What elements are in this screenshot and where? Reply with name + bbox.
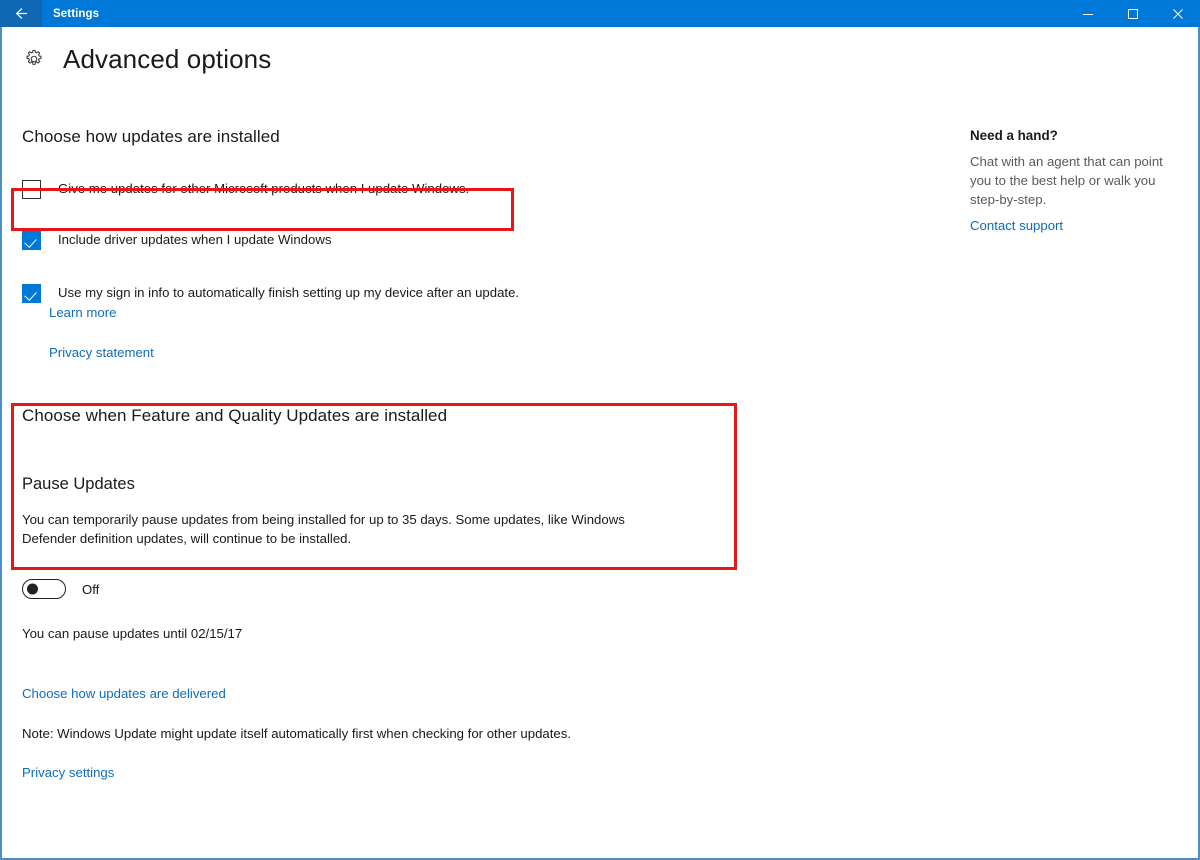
link-learn-more[interactable]: Learn more — [49, 305, 116, 320]
pause-updates-panel: Pause Updates You can temporarily pause … — [22, 475, 717, 643]
help-panel-title: Need a hand? — [970, 128, 1058, 143]
window-controls — [1065, 0, 1200, 27]
checkbox-row-microsoft-products[interactable]: Give me updates for other Microsoft prod… — [22, 179, 952, 199]
checkbox-sign-in-info[interactable] — [22, 284, 41, 303]
help-panel-text: Chat with an agent that can point you to… — [970, 154, 1163, 207]
maximize-button[interactable] — [1110, 0, 1155, 27]
main-content: Choose how updates are installed Give me… — [22, 127, 952, 782]
titlebar-drag-region — [99, 0, 1065, 27]
close-button[interactable] — [1155, 0, 1200, 27]
toggle-knob — [27, 583, 38, 595]
checkbox-row-driver-updates[interactable]: Include driver updates when I update Win… — [22, 230, 952, 250]
back-button[interactable] — [0, 0, 42, 27]
section-heading-schedule: Choose when Feature and Quality Updates … — [22, 406, 448, 425]
page-body: Advanced options Choose how updates are … — [2, 27, 1198, 858]
link-contact-support[interactable]: Contact support — [970, 218, 1063, 233]
pause-updates-description: You can temporarily pause updates from b… — [22, 512, 625, 546]
page-title: Advanced options — [63, 44, 272, 74]
link-choose-delivery[interactable]: Choose how updates are delivered — [22, 686, 226, 701]
pause-updates-toggle[interactable] — [22, 579, 66, 599]
pause-updates-toggle-state: Off — [82, 581, 100, 597]
gear-icon — [22, 47, 46, 71]
link-privacy-statement[interactable]: Privacy statement — [49, 345, 154, 360]
checkbox-label-driver-updates: Include driver updates when I update Win… — [58, 232, 332, 247]
checkbox-label-microsoft-products: Give me updates for other Microsoft prod… — [58, 181, 470, 196]
checkbox-label-sign-in-info: Use my sign in info to automatically fin… — [58, 285, 520, 300]
title-bar: Settings — [0, 0, 1200, 27]
page-header: Advanced options — [2, 27, 1198, 74]
minimize-button[interactable] — [1065, 0, 1110, 27]
link-privacy-settings[interactable]: Privacy settings — [22, 765, 114, 780]
checkbox-microsoft-products[interactable] — [22, 180, 41, 199]
checkbox-row-sign-in-info[interactable]: Use my sign in info to automatically fin… — [22, 283, 952, 303]
checkbox-driver-updates[interactable] — [22, 231, 41, 250]
pause-updates-toggle-row[interactable]: Off — [22, 579, 717, 599]
update-note: Note: Windows Update might update itself… — [22, 726, 572, 741]
settings-window: Settings Advanced options Choose how upd… — [0, 0, 1200, 860]
section-heading-install: Choose how updates are installed — [22, 127, 280, 146]
help-panel: Need a hand? Chat with an agent that can… — [970, 128, 1175, 235]
pause-updates-until-text: You can pause updates until 02/15/17 — [22, 626, 243, 641]
pause-updates-title: Pause Updates — [22, 475, 135, 493]
window-title: Settings — [53, 7, 100, 20]
